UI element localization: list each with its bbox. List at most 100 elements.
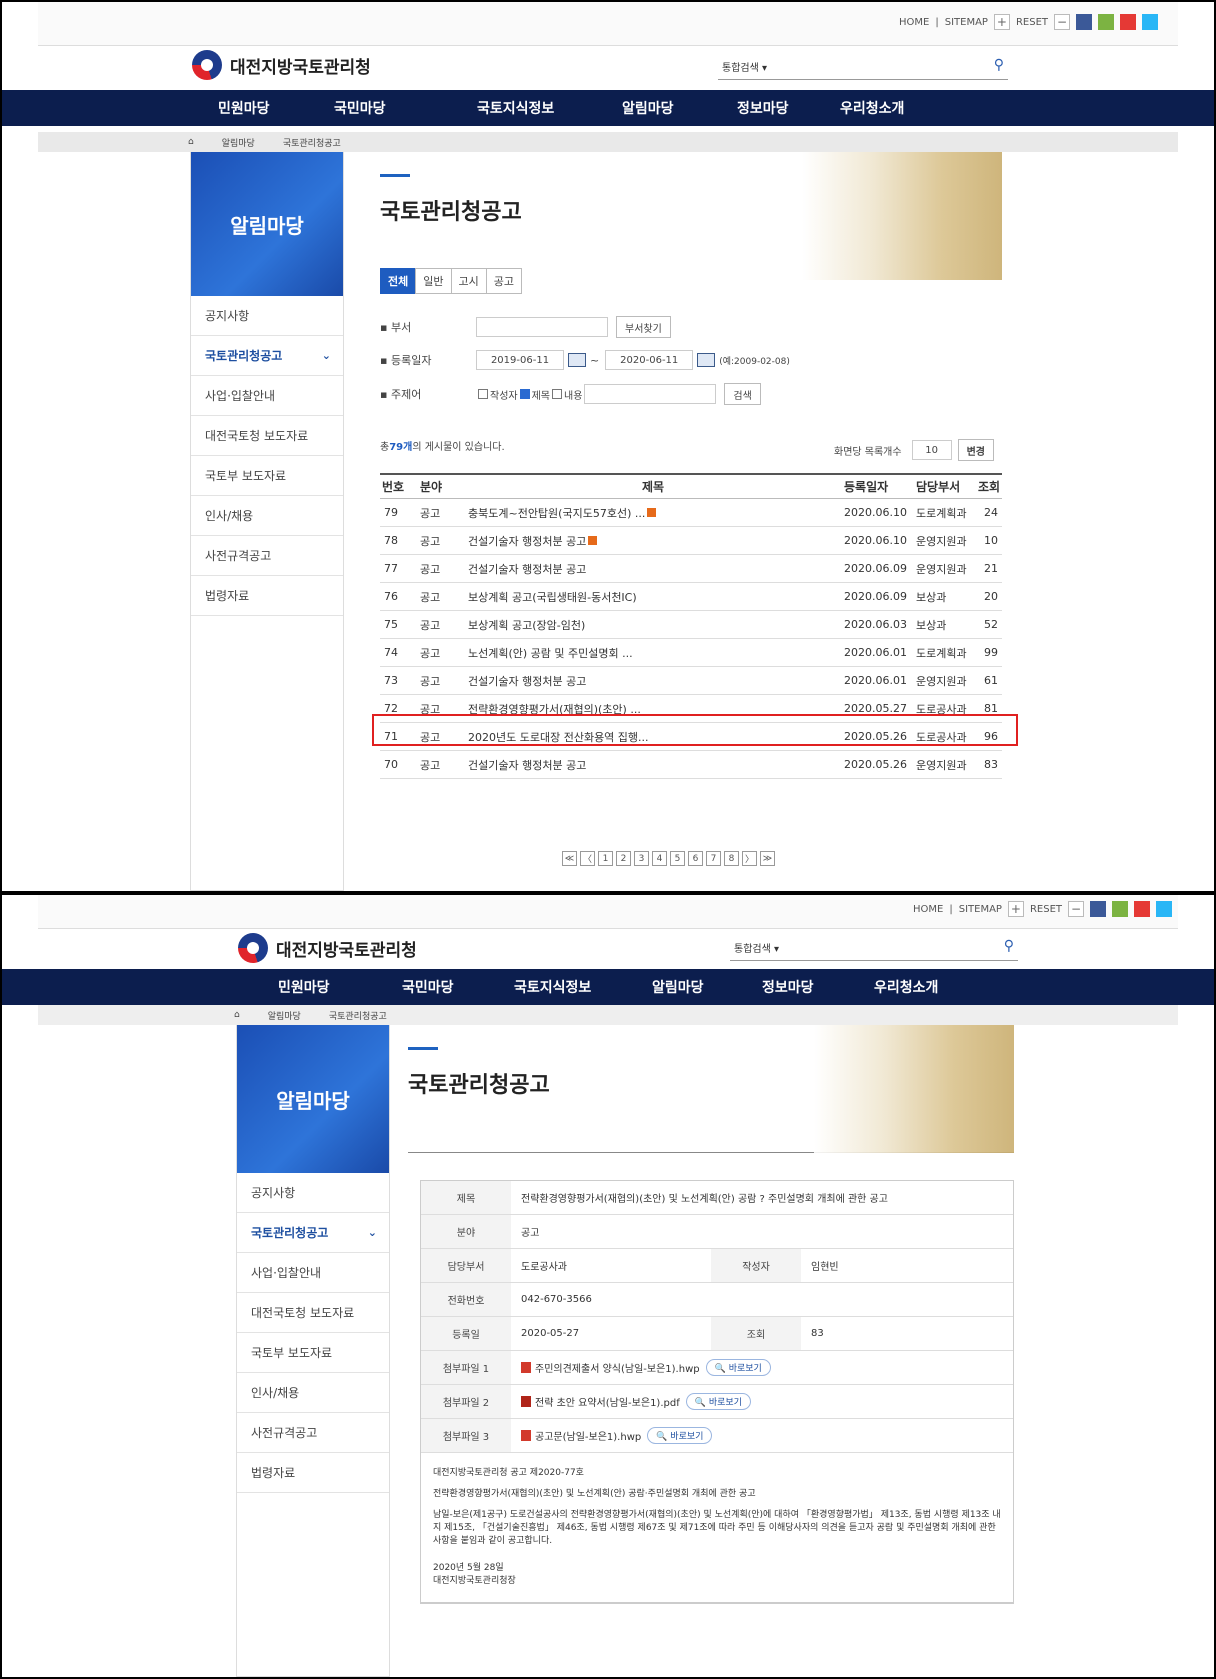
tab-all[interactable]: 전체 <box>380 268 417 294</box>
home-link[interactable]: HOME <box>899 17 929 28</box>
reset-link[interactable]: RESET <box>1016 17 1048 28</box>
sidebar-item[interactable]: 공지사항 <box>237 1173 389 1213</box>
twitter-icon[interactable] <box>1156 901 1172 917</box>
blog-icon[interactable] <box>1134 901 1150 917</box>
sidebar-item[interactable]: 법령자료 <box>237 1453 389 1493</box>
row-title[interactable]: 보상계획 공고(국립생태원-동서천IC) <box>468 583 637 610</box>
sidebar-item-active[interactable]: 국토관리청공고 ⌄ <box>237 1213 389 1253</box>
page-link[interactable]: 2 <box>616 851 631 866</box>
table-row[interactable]: 79 공고 충북도계~전안탑원(국지도57호선) ... 2020.06.10 도로계획… <box>380 499 1002 527</box>
table-row[interactable]: 78 공고 건설기술자 행정처분 공고 2020.06.10 운영지원과 10 <box>380 527 1002 555</box>
reset-link[interactable]: RESET <box>1030 904 1062 915</box>
sidebar-item[interactable]: 대전국토청 보도자료 <box>191 416 343 456</box>
home-icon[interactable]: ⌂ <box>188 137 194 147</box>
search-box[interactable]: 통합검색 ▾ ⚲ <box>718 54 1008 80</box>
sitemap-link[interactable]: SITEMAP <box>959 904 1002 915</box>
preview-button[interactable]: 🔍 바로보기 <box>685 1393 751 1410</box>
nav-item-about[interactable]: 우리청소개 <box>874 977 938 997</box>
breadcrumb-item[interactable]: 국토관리청공고 <box>329 1009 387 1022</box>
table-row[interactable]: 75 공고 보상계획 공고(장암-임천) 2020.06.03 보상과 52 <box>380 611 1002 639</box>
facebook-icon[interactable] <box>1090 901 1106 917</box>
nav-item-knowledge[interactable]: 국토지식정보 <box>514 977 591 997</box>
sidebar-item[interactable]: 법령자료 <box>191 576 343 616</box>
nav-item-gukmin[interactable]: 국민마당 <box>334 98 386 118</box>
sidebar-item[interactable]: 국토부 보도자료 <box>191 456 343 496</box>
row-title[interactable]: 건설기술자 행정처분 공고 <box>468 555 586 582</box>
search-scope-select[interactable]: 통합검색 ▾ <box>730 940 779 955</box>
date-from-input[interactable]: 2019-06-11 <box>476 350 564 370</box>
attachment-link[interactable]: 공고문(남일-보은1).hwp <box>535 1428 641 1443</box>
table-row[interactable]: 77 공고 건설기술자 행정처분 공고 2020.06.09 운영지원과 21 <box>380 555 1002 583</box>
zoom-in-button[interactable]: + <box>993 14 1010 30</box>
share-icon[interactable] <box>1098 14 1114 30</box>
nav-item-info[interactable]: 정보마당 <box>762 977 814 997</box>
tab-general[interactable]: 일반 <box>415 268 452 294</box>
keyword-input[interactable] <box>584 384 717 404</box>
zoom-in-button[interactable]: + <box>1007 901 1024 917</box>
page-link[interactable]: 5 <box>670 851 685 866</box>
tab-announcement[interactable]: 공고 <box>485 268 522 294</box>
change-button[interactable]: 변경 <box>957 439 994 461</box>
page-link[interactable]: 6 <box>688 851 703 866</box>
nav-item-minwon[interactable]: 민원마당 <box>278 977 330 997</box>
sidebar-item-active[interactable]: 국토관리청공고 ⌄ <box>191 336 343 376</box>
sidebar-item[interactable]: 사전규격공고 <box>191 536 343 576</box>
blog-icon[interactable] <box>1120 14 1136 30</box>
facebook-icon[interactable] <box>1076 14 1092 30</box>
table-row[interactable]: 76 공고 보상계획 공고(국립생태원-동서천IC) 2020.06.09 보상과 20 <box>380 583 1002 611</box>
row-title[interactable]: 건설기술자 행정처분 공고 <box>468 667 586 694</box>
sidebar-item[interactable]: 국토부 보도자료 <box>237 1333 389 1373</box>
dept-search-button[interactable]: 부서찾기 <box>616 316 671 338</box>
page-link[interactable]: 〉 <box>742 851 757 866</box>
row-title[interactable]: 노선계획(안) 공람 및 주민설명회 ... <box>468 639 633 666</box>
title-checkbox[interactable] <box>519 389 530 399</box>
site-logo[interactable]: 대전지방국토관리청 <box>238 933 417 963</box>
preview-button[interactable]: 🔍 바로보기 <box>705 1359 771 1376</box>
tab-notice[interactable]: 고시 <box>450 268 487 294</box>
nav-item-gukmin[interactable]: 국민마당 <box>402 977 454 997</box>
sidebar-item[interactable]: 인사/채용 <box>191 496 343 536</box>
page-link[interactable]: 7 <box>706 851 721 866</box>
row-title[interactable]: 보상계획 공고(장암-임천) <box>468 611 585 638</box>
search-scope-select[interactable]: 통합검색 ▾ <box>718 59 767 74</box>
row-title[interactable]: 충북도계~전안탑원(국지도57호선) ... <box>468 499 657 526</box>
page-link[interactable]: ≪ <box>562 851 577 866</box>
page-link[interactable]: ≫ <box>760 851 775 866</box>
home-icon[interactable]: ⌂ <box>234 1010 240 1020</box>
author-checkbox[interactable] <box>478 389 488 399</box>
zoom-out-button[interactable]: − <box>1068 901 1084 917</box>
page-link[interactable]: 〈 <box>580 851 595 866</box>
page-link[interactable]: 3 <box>634 851 649 866</box>
sidebar-item[interactable]: 사전규격공고 <box>237 1413 389 1453</box>
page-link[interactable]: 4 <box>652 851 667 866</box>
nav-item-notice[interactable]: 알림마당 <box>622 98 674 118</box>
content-checkbox[interactable] <box>552 389 563 399</box>
share-icon[interactable] <box>1112 901 1128 917</box>
zoom-out-button[interactable]: − <box>1054 14 1070 30</box>
sidebar-item[interactable]: 공지사항 <box>191 296 343 336</box>
page-link[interactable]: 8 <box>724 851 739 866</box>
home-link[interactable]: HOME <box>913 904 943 915</box>
breadcrumb-item[interactable]: 알림마당 <box>222 136 255 149</box>
sidebar-item[interactable]: 사업·입찰안내 <box>237 1253 389 1293</box>
table-row[interactable]: 73 공고 건설기술자 행정처분 공고 2020.06.01 운영지원과 61 <box>380 667 1002 695</box>
attachment-link[interactable]: 주민의견제출서 양식(남일-보은1).hwp <box>535 1360 700 1375</box>
nav-item-about[interactable]: 우리청소개 <box>840 98 904 118</box>
preview-button[interactable]: 🔍 바로보기 <box>647 1427 713 1444</box>
twitter-icon[interactable] <box>1142 14 1158 30</box>
calendar-icon[interactable] <box>568 353 586 367</box>
nav-item-notice[interactable]: 알림마당 <box>652 977 704 997</box>
dept-input[interactable] <box>476 317 608 337</box>
breadcrumb-item[interactable]: 알림마당 <box>268 1009 301 1022</box>
attachment-link[interactable]: 전략 초안 요약서(남일-보은1).pdf <box>535 1394 680 1409</box>
nav-item-knowledge[interactable]: 국토지식정보 <box>477 98 554 118</box>
sidebar-item[interactable]: 사업·입찰안내 <box>191 376 343 416</box>
table-row[interactable]: 74 공고 노선계획(안) 공람 및 주민설명회 ... 2020.06.01 도로계획… <box>380 639 1002 667</box>
row-title[interactable]: 건설기술자 행정처분 공고 <box>468 527 598 554</box>
per-page-input[interactable]: 10 <box>911 440 952 460</box>
search-icon[interactable]: ⚲ <box>1004 938 1014 954</box>
table-row[interactable]: 70 공고 건설기술자 행정처분 공고 2020.05.26 운영지원과 83 <box>380 751 1002 779</box>
calendar-icon[interactable] <box>697 353 716 367</box>
search-icon[interactable]: ⚲ <box>994 57 1004 73</box>
nav-item-minwon[interactable]: 민원마당 <box>218 98 270 118</box>
